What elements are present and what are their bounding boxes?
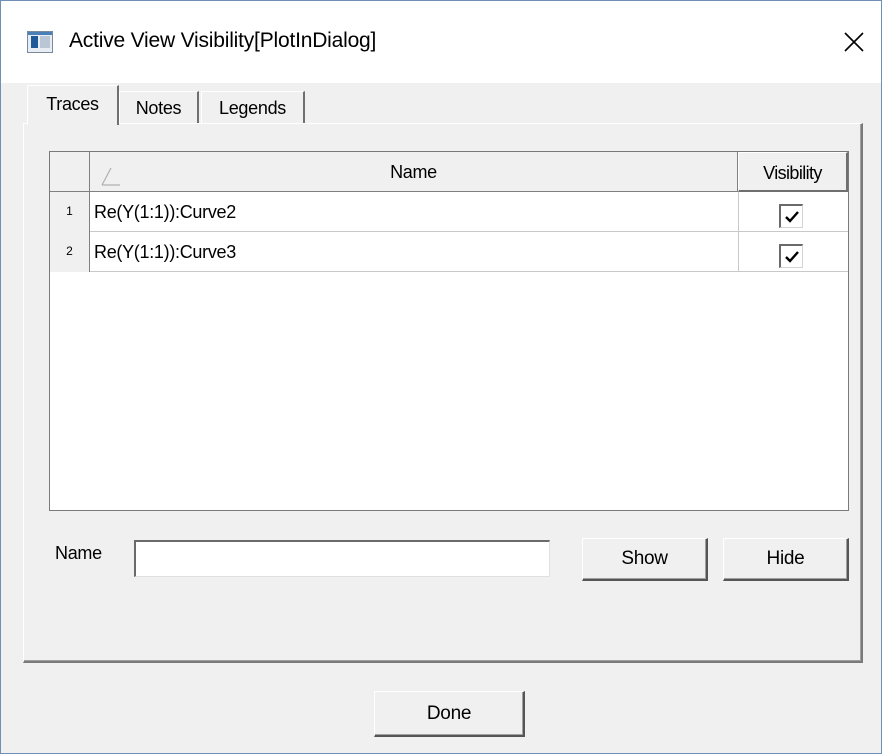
tab-legends[interactable]: Legends (201, 91, 305, 124)
row-index[interactable]: 1 (50, 192, 90, 232)
name-filter-label: Name (55, 543, 102, 563)
visibility-cell (738, 192, 848, 232)
name-filter-input[interactable] (134, 540, 550, 577)
trace-name-cell[interactable]: Re(Y(1:1)):Curve3 (94, 232, 236, 272)
trace-name-cell[interactable]: Re(Y(1:1)):Curve2 (94, 192, 236, 232)
hide-button[interactable]: Hide (723, 538, 849, 581)
title-bar: Active View Visibility[PlotInDialog] (1, 1, 881, 83)
table-row[interactable]: 1 Re(Y(1:1)):Curve2 (50, 192, 848, 232)
app-window-icon (27, 31, 53, 53)
visibility-checkbox[interactable] (779, 204, 803, 228)
column-header-name-label: Name (390, 162, 437, 182)
close-icon[interactable] (833, 21, 875, 63)
visibility-checkbox[interactable] (779, 244, 803, 268)
row-index[interactable]: 2 (50, 232, 90, 272)
table-row[interactable]: 2 Re(Y(1:1)):Curve3 (50, 232, 848, 272)
dialog-window: Active View Visibility[PlotInDialog] Tra… (0, 0, 882, 754)
visibility-cell (738, 232, 848, 272)
tab-traces[interactable]: Traces (27, 85, 119, 125)
column-header-name[interactable]: Name (90, 152, 738, 192)
tab-notes[interactable]: Notes (119, 91, 199, 124)
grid-header: Name Visibility (50, 152, 848, 192)
column-header-visibility[interactable]: Visibility (738, 152, 848, 192)
show-button[interactable]: Show (582, 538, 708, 581)
window-title: Active View Visibility[PlotInDialog] (69, 29, 377, 52)
traces-grid: Name Visibility 1 Re(Y(1:1)):Curve2 2 Re… (49, 151, 849, 511)
grid-corner[interactable] (50, 152, 90, 192)
done-button[interactable]: Done (374, 691, 525, 737)
